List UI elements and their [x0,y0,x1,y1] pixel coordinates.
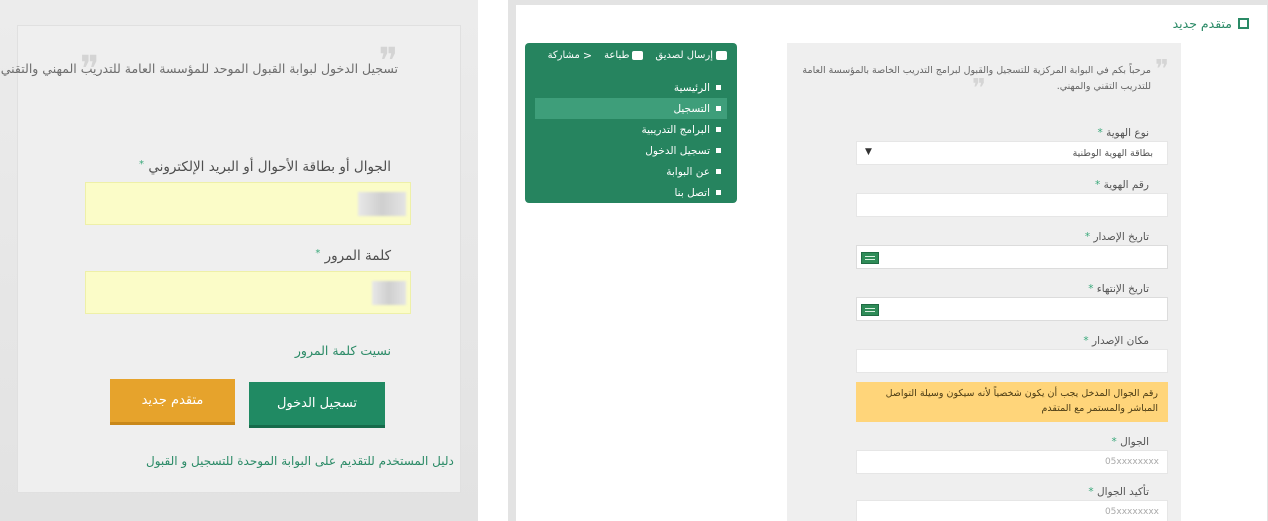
sidebar-item-programs[interactable]: البرامج التدريبية [535,119,727,140]
username-value-blurred [358,192,406,216]
registration-window: متقدم جديد إرسال لصديق طباعة < مشاركة ال… [516,5,1267,521]
forgot-password-link[interactable]: نسيت كلمة المرور [295,343,391,358]
password-input[interactable] [85,271,411,314]
login-panel: ❞ ❞ تسجيل الدخول لبوابة القبول الموحد لل… [0,25,461,493]
sidebar-item-registration[interactable]: التسجيل [535,98,727,119]
calendar-icon[interactable] [861,252,879,264]
issue-place-input[interactable] [856,349,1168,373]
username-input[interactable] [85,182,411,225]
form-intro: مرحباً بكم في البوابة المركزية للتسجيل و… [802,65,1151,92]
registration-screenshot: متقدم جديد إرسال لصديق طباعة < مشاركة ال… [508,0,1268,521]
id-type-select[interactable]: بطاقة الهوية الوطنية ▼ [856,141,1168,165]
quote-open-icon: ❞ [1155,55,1169,85]
checkbox-square-icon [1238,18,1249,29]
id-type-label: نوع الهوية * [1097,127,1149,139]
bullet-icon [716,85,721,90]
print-link[interactable]: طباعة [604,49,644,62]
expiry-date-input[interactable] [856,297,1168,321]
printer-icon [632,51,644,60]
issue-date-label: تاريخ الإصدار * [1084,231,1149,243]
sidebar-item-login[interactable]: تسجيل الدخول [535,140,727,161]
bullet-icon [716,148,721,153]
login-button[interactable]: تسجيل الدخول [249,382,385,428]
bullet-icon [716,169,721,174]
caret-down-icon: ▼ [865,147,872,157]
sidebar-item-home[interactable]: الرئيسية [535,77,727,98]
bullet-icon [716,127,721,132]
login-intro: تسجيل الدخول لبوابة القبول الموحد للمؤسس… [0,61,398,76]
username-label: الجوال أو بطاقة الأحوال أو البريد الإلكت… [139,159,391,175]
sidebar-item-about[interactable]: عن البوابة [535,161,727,182]
issue-place-label: مكان الإصدار * [1083,335,1149,347]
sidebar-menu: الرئيسية التسجيل البرامج التدريبية تسجيل… [535,77,727,203]
password-label: كلمة المرور * [315,248,391,264]
mobile-note: رقم الجوال المدخل يجب أن يكون شخصياً لأن… [856,382,1168,422]
expiry-date-label: تاريخ الإنتهاء * [1088,283,1149,295]
page-title: متقدم جديد [1173,16,1249,31]
sidebar: إرسال لصديق طباعة < مشاركة الرئيسية التس… [525,43,737,203]
sidebar-toolbar: إرسال لصديق طباعة < مشاركة [548,49,727,62]
mobile-confirm-input[interactable]: 05xxxxxxxx [856,500,1168,521]
password-value-blurred [372,281,406,305]
registration-form: ❞ ❞ مرحباً بكم في البوابة المركزية للتسج… [787,43,1181,521]
mobile-label: الجوال * [1111,436,1149,448]
login-screenshot: ❞ ❞ تسجيل الدخول لبوابة القبول الموحد لل… [0,0,478,521]
share-link[interactable]: < مشاركة [548,49,593,62]
mobile-confirm-label: تأكيد الجوال * [1088,486,1149,498]
new-applicant-button[interactable]: متقدم جديد [110,379,235,425]
send-to-friend-link[interactable]: إرسال لصديق [655,49,727,62]
calendar-icon[interactable] [861,304,879,316]
sidebar-item-contact[interactable]: اتصل بنا [535,182,727,203]
user-guide-link[interactable]: دليل المستخدم للتقديم على البوابة الموحد… [146,454,454,468]
mobile-input[interactable]: 05xxxxxxxx [856,450,1168,474]
issue-date-input[interactable] [856,245,1168,269]
id-number-input[interactable] [856,193,1168,217]
envelope-icon [716,51,727,60]
id-number-label: رقم الهوية * [1095,179,1149,191]
bullet-icon [716,190,721,195]
bullet-icon [716,106,721,111]
share-icon: < [582,49,593,62]
